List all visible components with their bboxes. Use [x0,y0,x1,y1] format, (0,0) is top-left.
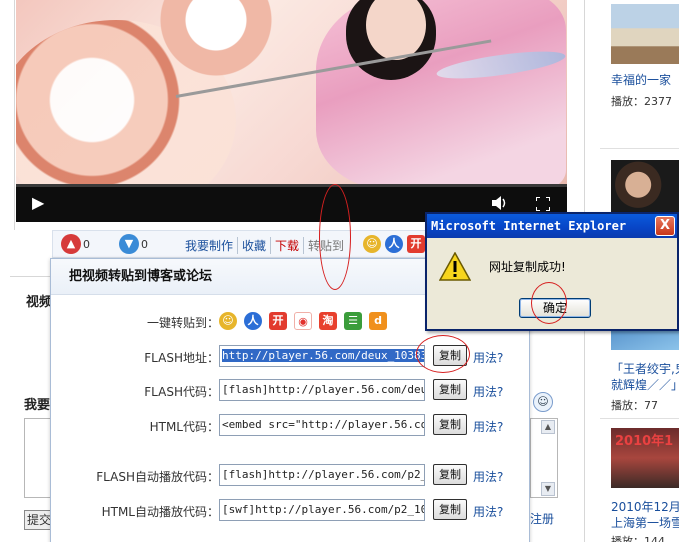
flash-code-field[interactable]: [flash]http://player.56.com/deux_1038 [219,379,425,401]
sidebar-divider [600,148,679,149]
video-thumbnail[interactable] [611,160,679,215]
flash-autoplay-label: FLASH自动播放代码： [96,470,219,484]
flash-code-label: FLASH代码： [144,385,219,399]
share-renren-icon[interactable]: 人 [244,312,262,330]
dialog-title: Microsoft Internet Explorer [427,214,677,238]
play-count: 播放：2377 [611,95,672,108]
howto-link[interactable]: 用法? [473,418,503,435]
video-title-link[interactable]: 就辉煌／／」 [611,376,679,393]
share-site-icon[interactable]: ☺ [363,235,381,253]
html-code-field[interactable]: <embed src="http://player.56.com/deu [219,414,425,436]
sidebar-divider [600,418,679,419]
video-title-link[interactable]: 2010年12月1 [611,498,679,515]
scroll-up-arrow-icon[interactable]: ▲ [541,420,555,434]
make-video-link[interactable]: 我要制作 [181,237,239,254]
copy-button[interactable]: 复制 [433,345,467,366]
thumbs-down-icon: ▼ [119,234,139,254]
dialog-message: 网址复制成功! [489,260,566,274]
share-diandian-icon[interactable]: d [369,312,387,330]
thumbs-up-icon: ▲ [61,234,81,254]
video-title-link[interactable]: 「王者绞宇,鬼 [611,360,679,377]
toolbar-links: 我要制作 收藏 下载 转贴到 [181,237,348,254]
howto-link[interactable]: 用法? [473,383,503,400]
share-douban-icon[interactable]: ☰ [344,312,362,330]
html-autoplay-label: HTML自动播放代码： [101,505,219,519]
howto-link[interactable]: 用法? [473,468,503,485]
flash-url-field[interactable]: http://player.56.com/deux_103834179 [219,345,425,367]
html-autoplay-field[interactable]: [swf]http://player.56.com/p2_1038341 [219,499,425,521]
share-taobao-icon[interactable]: 淘 [319,312,337,330]
video-frame[interactable] [16,0,567,184]
alert-dialog: Microsoft Internet Explorer X 网址复制成功! 确定 [425,212,679,331]
flash-url-label: FLASH地址： [144,351,219,365]
download-link[interactable]: 下载 [271,237,305,254]
thumbnail-caption: 2010年1 [615,434,674,449]
video-title-link[interactable]: 上海第一场雪 [611,514,679,531]
share-kaixin-icon[interactable]: 开 [269,312,287,330]
section-title: 我要 [24,398,51,413]
scroll-down-arrow-icon[interactable]: ▼ [541,482,555,496]
howto-link[interactable]: 用法? [473,503,503,520]
thumbs-down-button[interactable]: ▼ 0 [119,234,148,254]
share-renren-icon[interactable]: 人 [385,235,403,253]
play-icon[interactable]: ▶ [32,184,44,222]
video-thumbnail[interactable] [611,4,679,64]
html-code-row: HTML代码： <embed src="http://player.56.com… [51,414,531,438]
favorite-link[interactable]: 收藏 [238,237,272,254]
html-autoplay-row: HTML自动播放代码： [swf]http://player.56.com/p2… [51,499,531,523]
toolbar-share-icons: ☺ 人 开 [363,235,425,253]
howto-link[interactable]: 用法? [473,349,503,366]
share-site-icon[interactable]: ☺ [219,312,237,330]
video-title-link[interactable]: 幸福的一家 [611,71,671,88]
section-title: 视频 [26,295,53,310]
copy-button[interactable]: 复制 [433,414,467,435]
up-count: 0 [83,237,90,251]
share-weibo-icon[interactable]: ◉ [294,312,312,330]
down-count: 0 [141,237,148,251]
ok-button[interactable]: 确定 [519,298,591,318]
copy-button[interactable]: 复制 [433,464,467,485]
thumbs-up-button[interactable]: ▲ 0 [61,234,90,254]
register-link[interactable]: 注册 [530,510,554,527]
video-thumbnail[interactable]: 2010年1 [611,428,679,488]
copy-button[interactable]: 复制 [433,379,467,400]
play-count: 播放：77 [611,399,658,412]
flash-autoplay-row: FLASH自动播放代码： [flash]http://player.56.com… [51,464,531,488]
html-code-label: HTML代码： [149,420,219,434]
warning-icon [439,252,471,281]
emoji-icon[interactable]: ☺ [533,392,553,412]
play-count: 播放：144 [611,535,665,542]
share-to-link[interactable]: 转贴到 [304,237,348,254]
frame-divider [14,0,15,230]
close-button[interactable]: X [655,216,675,236]
flash-code-row: FLASH代码： [flash]http://player.56.com/deu… [51,379,531,403]
share-kaixin-icon[interactable]: 开 [407,235,425,253]
one-click-label: 一键转贴到： [146,316,219,330]
copy-button[interactable]: 复制 [433,499,467,520]
progress-bar[interactable] [16,184,567,187]
flash-url-row: FLASH地址： http://player.56.com/deux_10383… [51,345,531,369]
flash-autoplay-field[interactable]: [flash]http://player.56.com/p2_103834 [219,464,425,486]
one-click-share-icons: ☺ 人 开 ◉ 淘 ☰ d [219,312,387,330]
